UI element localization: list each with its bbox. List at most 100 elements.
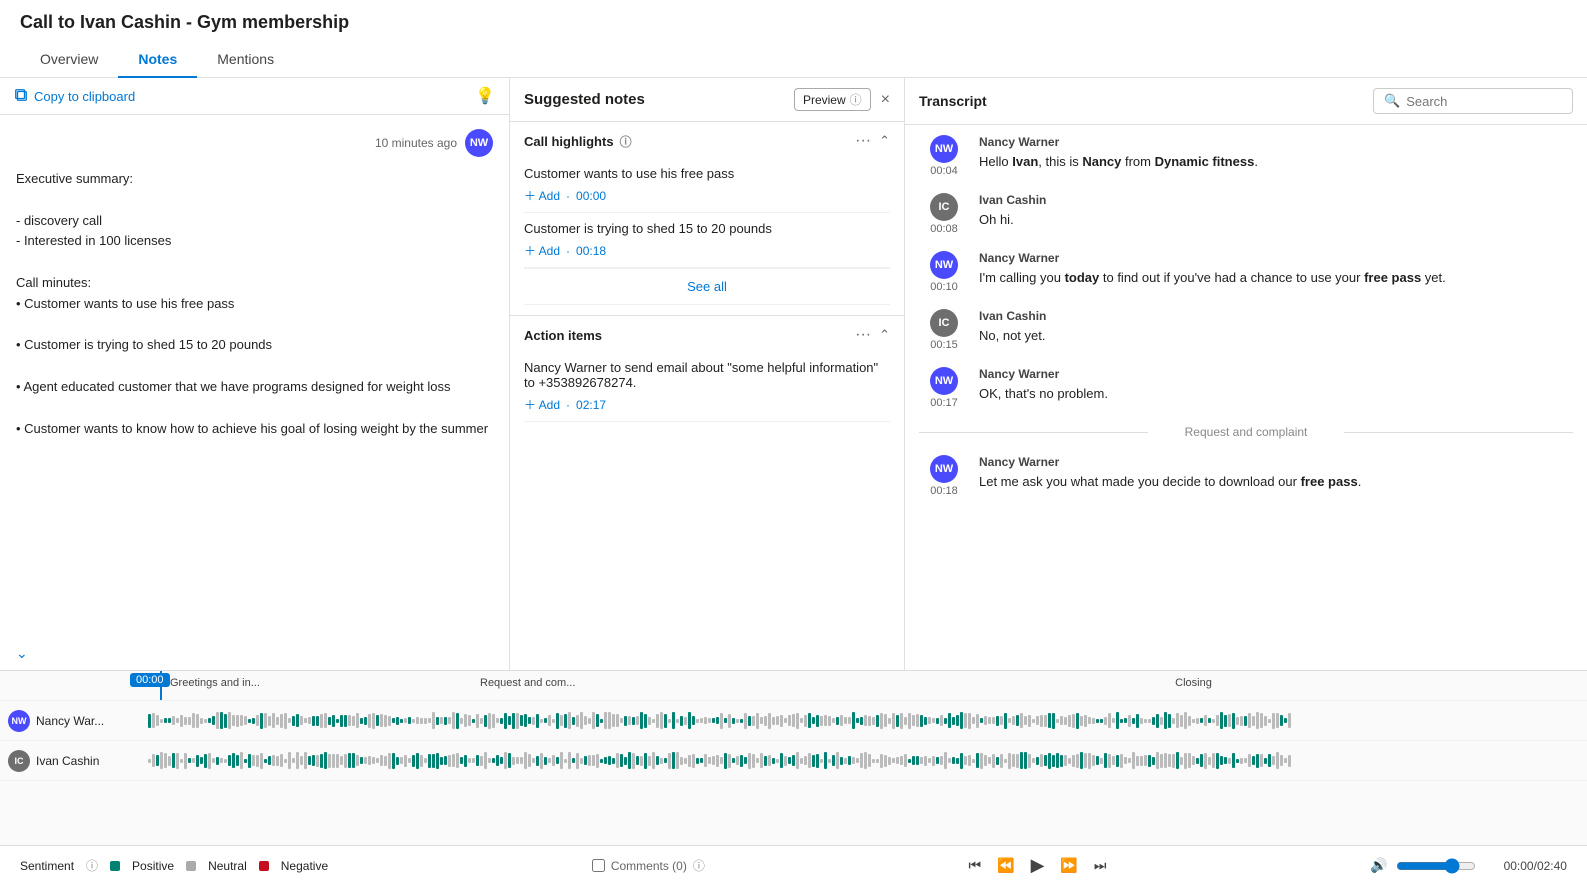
transcript-title: Transcript [919,93,987,109]
transcript-entry-4: IC 00:15 Ivan Cashin No, not yet. [919,309,1573,351]
volume-icon: 🔊 [1370,857,1387,874]
info-sentiment-icon: ⓘ [86,857,98,874]
bottom-controls: Sentiment ⓘ Positive Neutral Negative Co… [0,845,1587,885]
neutral-dot [186,861,196,871]
tabs-bar: Overview Notes Mentions [0,41,1587,78]
notes-text: Executive summary: - discovery call - In… [16,169,493,439]
text-3: I'm calling you today to find out if you… [979,268,1573,288]
timeline-header: 00:00 Greetings and in... Request and co… [0,671,1587,701]
volume-slider[interactable] [1396,858,1476,874]
notes-avatar: NW [465,129,493,157]
comments-checkbox[interactable] [592,859,605,872]
transcript-entry-2: IC 00:08 Ivan Cashin Oh hi. [919,193,1573,235]
avatar-ic-track: IC [8,750,30,772]
search-box[interactable]: 🔍 [1373,88,1573,114]
time-4: 00:15 [930,339,958,351]
highlight-timestamp-2[interactable]: 00:18 [576,244,606,258]
call-highlights-section: Call highlights ⓘ ··· ⌃ Customer wants t… [510,121,904,315]
transcript-entry-3: NW 00:10 Nancy Warner I'm calling you to… [919,251,1573,293]
divider-request-complaint: Request and complaint [919,425,1573,439]
info-icon: ⓘ [620,133,632,150]
info-comments-icon: ⓘ [693,857,705,874]
transcript-content[interactable]: NW 00:04 Nancy Warner Hello Ivan, this i… [905,125,1587,670]
transcript-panel: Transcript 🔍 NW 00:04 Nancy Warner Hello… [905,78,1587,670]
rewind-button[interactable]: ⏪ [997,857,1014,874]
track-name-ic: Ivan Cashin [36,754,99,768]
notes-toolbar: Copy to clipboard 💡 [0,78,509,115]
avatar-nw-1: NW [930,135,958,163]
add-highlight-1-button[interactable]: ＋ Add · 00:00 [524,187,890,204]
action-items-title: Action items [524,328,602,343]
sentiment-row: Sentiment ⓘ Positive Neutral Negative [20,857,328,874]
copy-clipboard-label: Copy to clipboard [34,89,135,104]
text-4: No, not yet. [979,326,1573,346]
track-name-nw: Nancy War... [36,714,104,728]
search-input[interactable] [1406,94,1562,109]
text-6: Let me ask you what made you decide to d… [979,472,1573,492]
add-action-1-button[interactable]: ＋ Add · 02:17 [524,396,890,413]
see-all-button[interactable]: See all [524,268,890,305]
segment-labels: Greetings and in... Request and com... C… [0,671,1587,700]
negative-dot [259,861,269,871]
tab-notes[interactable]: Notes [118,41,197,77]
action-text-1: Nancy Warner to send email about "some h… [524,360,890,390]
time-display: 00:00/02:40 [1504,859,1567,873]
negative-label: Negative [281,859,328,873]
segment-request: Request and com... [470,671,800,700]
speaker-1: Nancy Warner [979,135,1573,149]
collapse-notes-button[interactable]: ⌄ [16,645,28,662]
transcript-entry-1: NW 00:04 Nancy Warner Hello Ivan, this i… [919,135,1573,177]
action-items-collapse-button[interactable]: ⌃ [879,327,890,343]
skip-to-end-button[interactable]: ⏭ [1094,857,1107,874]
volume-row: 🔊 00:00/02:40 [1370,857,1567,874]
transcript-entry-5: NW 00:17 Nancy Warner OK, that's no prob… [919,367,1573,409]
suggested-header: Suggested notes Preview ⓘ × [510,78,904,121]
text-2: Oh hi. [979,210,1573,230]
avatar-ic-1: IC [930,193,958,221]
segment-greetings: Greetings and in... [160,671,470,700]
lightbulb-icon: 💡 [475,86,495,106]
highlight-timestamp-1[interactable]: 00:00 [576,189,606,203]
time-2: 00:08 [930,223,958,235]
time-3: 00:10 [930,281,958,293]
tab-mentions[interactable]: Mentions [197,41,294,77]
action-items-menu-button[interactable]: ··· [855,326,871,344]
text-1: Hello Ivan, this is Nancy from Dynamic f… [979,152,1573,172]
action-timestamp-1[interactable]: 02:17 [576,398,606,412]
avatar-ic-2: IC [930,309,958,337]
action-items-section: Action items ··· ⌃ Nancy Warner to send … [510,315,904,432]
skip-to-start-button[interactable]: ⏮ [969,857,982,874]
call-highlights-collapse-button[interactable]: ⌃ [879,133,890,149]
positive-label: Positive [132,859,174,873]
notes-content[interactable]: 10 minutes ago NW Executive summary: - d… [0,115,509,670]
copy-icon [14,88,28,105]
avatar-nw-3: NW [930,367,958,395]
track-ic: IC Ivan Cashin [0,741,1587,781]
call-highlights-menu-button[interactable]: ··· [855,132,871,150]
close-suggested-button[interactable]: × [881,91,890,109]
play-button[interactable]: ▶ [1031,855,1045,876]
tab-overview[interactable]: Overview [20,41,118,77]
highlight-text-1: Customer wants to use his free pass [524,166,890,181]
fast-forward-button[interactable]: ⏩ [1060,857,1077,874]
positive-dot [110,861,120,871]
speaker-3: Nancy Warner [979,251,1573,265]
time-6: 00:18 [930,485,958,497]
neutral-label: Neutral [208,859,247,873]
track-label-nw: NW Nancy War... [8,710,148,732]
track-label-ic: IC Ivan Cashin [8,750,148,772]
copy-clipboard-button[interactable]: Copy to clipboard [14,88,135,105]
current-time-badge: 00:00 [130,673,170,687]
avatar-nw-4: NW [930,455,958,483]
current-time: 00:00 [1504,859,1534,873]
track-nw: NW Nancy War... [0,701,1587,741]
suggested-title: Suggested notes [524,91,645,108]
highlight-item-2: Customer is trying to shed 15 to 20 poun… [524,213,890,268]
suggested-panel: Suggested notes Preview ⓘ × Call highlig… [510,78,905,670]
add-highlight-2-button[interactable]: ＋ Add · 00:18 [524,242,890,259]
time-5: 00:17 [930,397,958,409]
comments-row: Comments (0) ⓘ [592,857,705,874]
timeline-section: 00:00 Greetings and in... Request and co… [0,670,1587,845]
time-1: 00:04 [930,165,958,177]
suggested-content: Call highlights ⓘ ··· ⌃ Customer wants t… [510,121,904,670]
